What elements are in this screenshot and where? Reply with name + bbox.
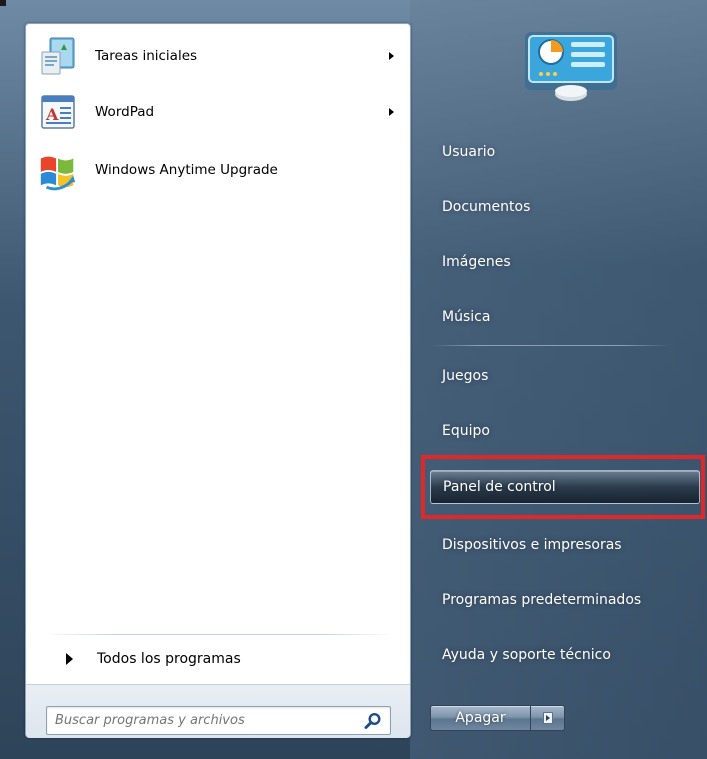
- search-input[interactable]: [55, 713, 345, 728]
- link-ayuda-y-soporte[interactable]: Ayuda y soporte técnico: [430, 637, 700, 673]
- link-equipo[interactable]: Equipo: [430, 413, 700, 449]
- program-label: WordPad: [95, 104, 155, 120]
- program-label: Windows Anytime Upgrade: [95, 162, 278, 178]
- program-label: Tareas iniciales: [95, 48, 198, 64]
- link-usuario[interactable]: Usuario: [430, 134, 700, 170]
- svg-text:A: A: [45, 105, 59, 124]
- submenu-arrow-icon: [389, 108, 394, 116]
- chevron-right-icon: [542, 712, 553, 724]
- program-item-tareas-iniciales[interactable]: Tareas iniciales: [34, 30, 402, 82]
- program-item-windows-anytime-upgrade[interactable]: Windows Anytime Upgrade: [34, 144, 402, 196]
- shutdown-button[interactable]: Apagar: [430, 705, 531, 731]
- shutdown-options-button[interactable]: [531, 705, 565, 731]
- all-programs-arrow-icon: [66, 653, 73, 665]
- highlight-box: [421, 455, 705, 519]
- divider: [430, 345, 670, 346]
- search-area: [26, 684, 410, 738]
- link-juegos[interactable]: Juegos: [430, 358, 700, 394]
- all-programs-button[interactable]: Todos los programas: [36, 644, 396, 674]
- link-dispositivos-e-impresoras[interactable]: Dispositivos e impresoras: [430, 527, 700, 563]
- control-panel-picture-icon: [521, 28, 621, 102]
- getting-started-icon: [37, 35, 79, 77]
- divider: [44, 634, 394, 635]
- windows-flag-icon: [37, 149, 79, 191]
- link-programas-predeterminados[interactable]: Programas predeterminados: [430, 582, 700, 618]
- all-programs-label: Todos los programas: [97, 651, 241, 667]
- search-icon[interactable]: [364, 712, 382, 730]
- programs-panel: Tareas iniciales A WordPad Windows Anyti…: [25, 23, 411, 738]
- search-box[interactable]: [46, 706, 391, 735]
- submenu-arrow-icon: [389, 52, 394, 60]
- program-item-wordpad[interactable]: A WordPad: [34, 86, 402, 138]
- wordpad-icon: A: [37, 91, 79, 133]
- link-documentos[interactable]: Documentos: [430, 189, 700, 225]
- link-imagenes[interactable]: Imágenes: [430, 244, 700, 280]
- link-musica[interactable]: Música: [430, 299, 700, 335]
- shutdown-group: Apagar: [430, 705, 565, 731]
